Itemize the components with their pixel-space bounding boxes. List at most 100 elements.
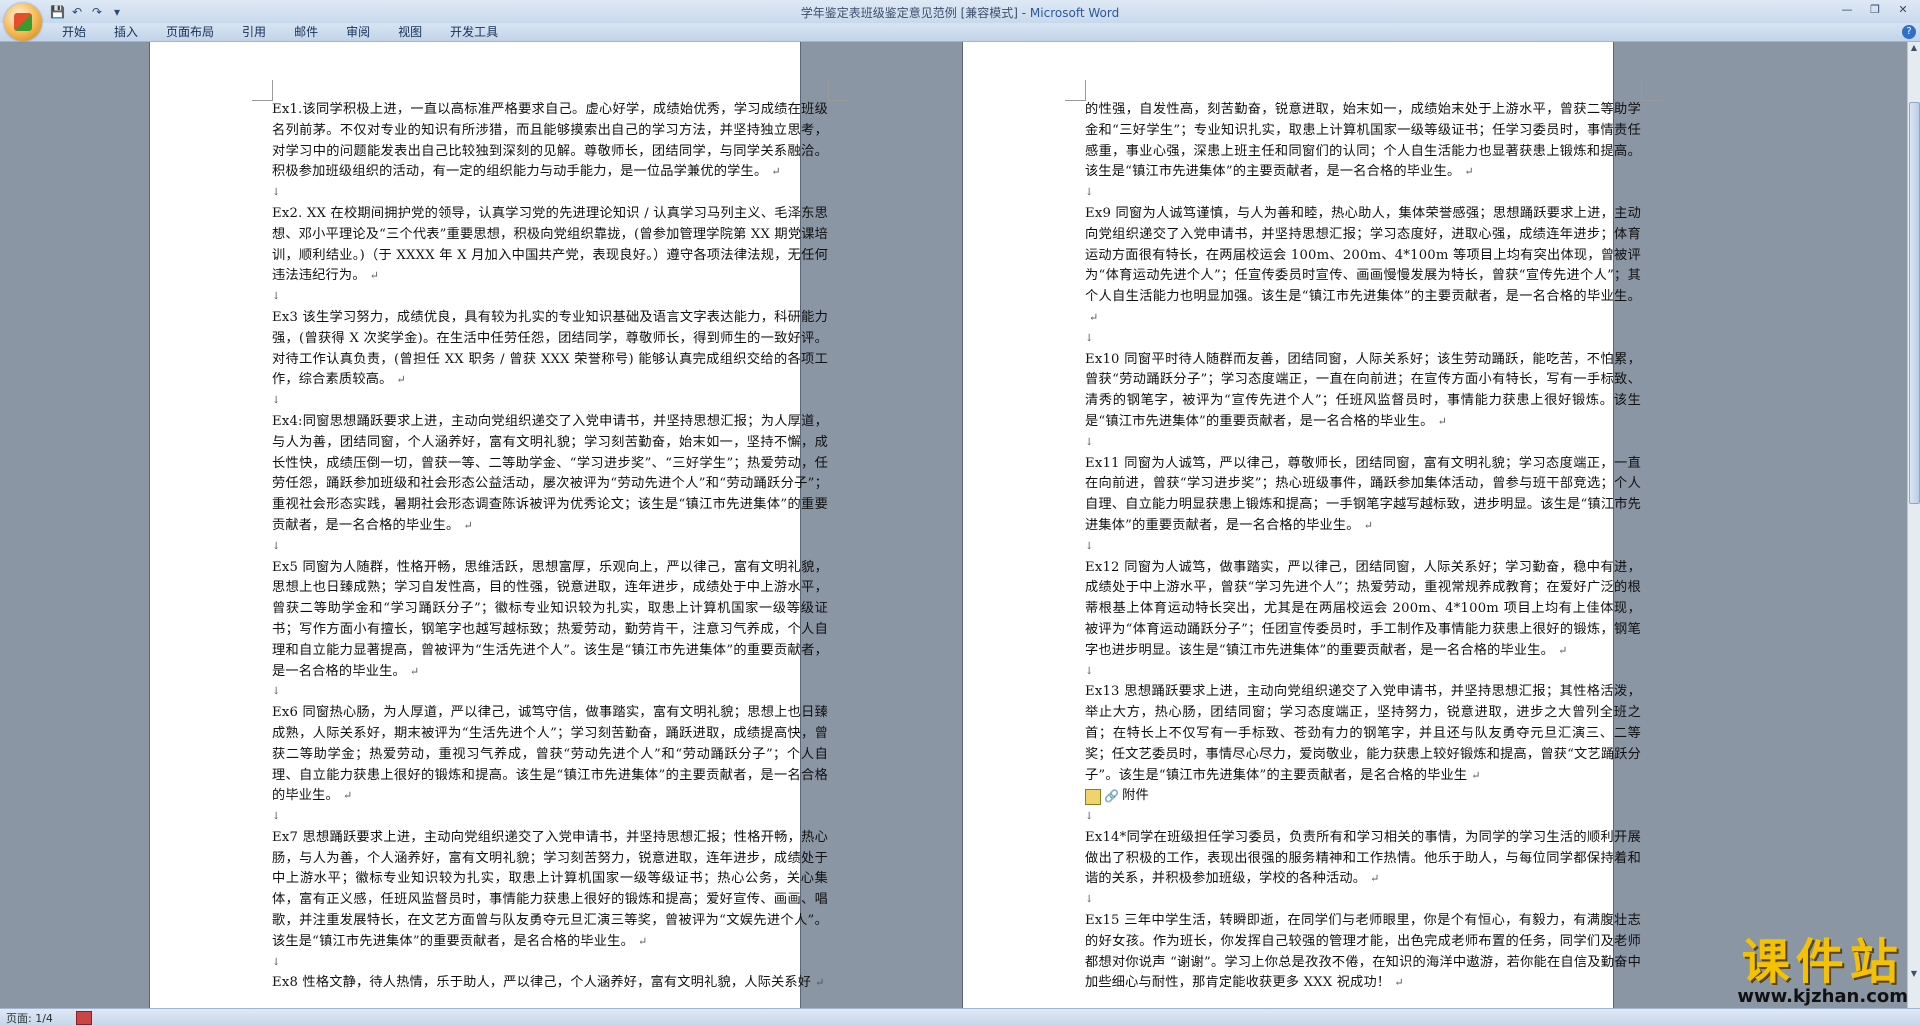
macro-recording-icon[interactable]	[76, 1011, 92, 1025]
status-bar: 页面: 1/4	[0, 1008, 1920, 1026]
page-1-text[interactable]: Ex1.该同学积极上进，一直以高标准严格要求自己。虚心好学，成绩始优秀，学习成绩…	[272, 100, 828, 994]
paragraph-text: Ex2. XX 在校期间拥护党的领导，认真学习党的先进理论知识 / 认真学习马列…	[272, 205, 828, 284]
empty-paragraph	[272, 183, 828, 204]
scroll-thumb[interactable]	[1909, 102, 1920, 504]
paragraph[interactable]: Ex6 同窗热心肠，为人厚道，严以律己，诚笃守信，做事踏实，富有文明礼貌；思想上…	[272, 703, 828, 807]
paragraph-mark-icon: ↵	[1394, 976, 1404, 990]
tab-developer[interactable]: 开发工具	[436, 24, 512, 40]
page-2-text[interactable]: 的性强，自发性高，刻苦勤奋，锐意进取，始末如一，成绩始末处于上游水平，曾获二等助…	[1085, 100, 1641, 994]
attachment-label: 附件	[1122, 788, 1149, 804]
paragraph[interactable]: Ex1.该同学积极上进，一直以高标准严格要求自己。虚心好学，成绩始优秀，学习成绩…	[272, 100, 828, 183]
empty-paragraph	[1085, 433, 1641, 454]
empty-paragraph	[272, 537, 828, 558]
paragraph-mark-icon: ↵	[771, 165, 781, 179]
ribbon-tabs: 开始 插入 页面布局 引用 邮件 审阅 视图 开发工具 ?	[0, 23, 1920, 42]
scroll-up-icon[interactable]: ▲	[1908, 42, 1920, 54]
tab-references[interactable]: 引用	[228, 24, 280, 40]
minimize-button[interactable]: —	[1834, 2, 1860, 18]
paperclip-icon: 🔗	[1104, 789, 1120, 804]
empty-paragraph	[272, 682, 828, 703]
paragraph-text: Ex5 同窗为人随群，性格开畅，思维活跃，思想富厚，乐观向上，严以律己，富有文明…	[272, 559, 828, 679]
window-controls: — ❐ ✕	[1834, 2, 1916, 18]
paragraph-text: Ex1.该同学积极上进，一直以高标准严格要求自己。虚心好学，成绩始优秀，学习成绩…	[272, 102, 828, 180]
title-bar: 💾 ↶ ↷ ▾ 学年鉴定表班级鉴定意见范例 [兼容模式] - Microsoft…	[0, 0, 1920, 24]
paragraph-text: Ex11 同窗为人诚笃，严以律己，尊敬师长，团结同窗，富有文明礼貌；学习态度端正…	[1085, 455, 1641, 533]
paragraph-text: 的性强，自发性高，刻苦勤奋，锐意进取，始末如一，成绩始末处于上游水平，曾获二等助…	[1085, 102, 1641, 180]
paragraph-mark-icon: ↵	[369, 269, 380, 283]
scroll-down-icon[interactable]: ▼	[1908, 968, 1920, 980]
window-title: 学年鉴定表班级鉴定意见范例 [兼容模式] - Microsoft Word	[0, 4, 1920, 21]
tab-home[interactable]: 开始	[48, 24, 100, 40]
paragraph[interactable]: Ex13 思想踊跃要求上进，主动向党组织递交了入党申请书，并坚持思想汇报；其性格…	[1085, 682, 1641, 786]
tab-review[interactable]: 审阅	[332, 24, 384, 40]
embedded-object-icon[interactable]	[1085, 788, 1101, 805]
paragraph[interactable]: 的性强，自发性高，刻苦勤奋，锐意进取，始末如一，成绩始末处于上游水平，曾获二等助…	[1085, 100, 1641, 183]
paragraph-mark-icon: ↵	[815, 976, 825, 990]
empty-paragraph	[272, 391, 828, 412]
page-2[interactable]: 的性强，自发性高，刻苦勤奋，锐意进取，始末如一，成绩始末处于上游水平，曾获二等助…	[963, 42, 1662, 1008]
document-title: 学年鉴定表班级鉴定意见范例 [兼容模式] -	[800, 6, 1030, 20]
watermark-title: 课件站	[1741, 934, 1904, 990]
paragraph[interactable]: Ex10 同窗平时待人随群而友善，团结同窗，人际关系好；该生劳动踊跃，能吃苦，不…	[1085, 350, 1641, 433]
paragraph-mark-icon: ↵	[396, 373, 406, 387]
paragraph[interactable]: Ex14*同学在班级担任学习委员，负责所有和学习相关的事情，为同学的学习生活的顺…	[1085, 828, 1641, 890]
page-indicator[interactable]: 页面: 1/4	[6, 1010, 53, 1026]
paragraph-mark-icon: ↵	[1370, 872, 1380, 886]
empty-paragraph	[1085, 890, 1641, 911]
watermark-url: www.kjzhan.com	[1737, 986, 1908, 1007]
tab-insert[interactable]: 插入	[100, 24, 152, 40]
margin-mark	[1641, 80, 1662, 101]
paragraph-mark-icon: ↵	[637, 934, 648, 948]
paragraph[interactable]: Ex12 同窗为人诚笃，做事踏实，严以律己，团结同窗，人际关系好；学习勤奋，稳中…	[1085, 558, 1641, 662]
vertical-scrollbar[interactable]: ▲ ▼	[1907, 42, 1920, 1008]
app-name: Microsoft Word	[1029, 6, 1120, 20]
paragraph[interactable]: Ex3 该生学习努力，成绩优良，具有较为扎实的专业知识基础及语言文字表达能力，科…	[272, 308, 828, 391]
attachment-line[interactable]: 🔗 附件	[1085, 786, 1641, 807]
paragraph-text: Ex7 思想踊跃要求上进，主动向党组织递交了入党申请书，并坚持思想汇报；性格开畅…	[272, 829, 828, 949]
office-logo-icon	[14, 13, 32, 31]
paragraph-text: Ex9 同窗为人诚笃谨慎，与人为善和睦，热心助人，集体荣誉感强；思想踊跃要求上进…	[1085, 205, 1641, 305]
paragraph[interactable]: Ex2. XX 在校期间拥护党的领导，认真学习党的先进理论知识 / 认真学习马列…	[272, 204, 828, 287]
paragraph-mark-icon: ↵	[1464, 165, 1474, 179]
paragraph-mark-icon: ↵	[342, 789, 353, 803]
paragraph-text: Ex15 三年中学生活，转瞬即逝，在同学们与老师眼里，你是个有恒心，有毅力，有满…	[1085, 913, 1641, 991]
empty-paragraph	[272, 953, 828, 974]
paragraph[interactable]: Ex4:同窗思想踊跃要求上进，主动向党组织递交了入党申请书，并坚持思想汇报；为人…	[272, 412, 828, 537]
paragraph-text: Ex8 性格文静，待人热情，乐于助人，严以律己，个人涵养好，富有文明礼貌，人际关…	[272, 975, 812, 991]
paragraph-mark-icon: ↵	[1363, 518, 1374, 532]
paragraph-text: Ex12 同窗为人诚笃，做事踏实，严以律己，团结同窗，人际关系好；学习勤奋，稳中…	[1085, 559, 1641, 658]
empty-paragraph	[1085, 183, 1641, 204]
page-1[interactable]: Ex1.该同学积极上进，一直以高标准严格要求自己。虚心好学，成绩始优秀，学习成绩…	[150, 42, 849, 1008]
empty-paragraph	[272, 287, 828, 308]
empty-paragraph	[1085, 537, 1641, 558]
paragraph[interactable]: Ex5 同窗为人随群，性格开畅，思维活跃，思想富厚，乐观向上，严以律己，富有文明…	[272, 558, 828, 683]
paragraph[interactable]: Ex11 同窗为人诚笃，严以律己，尊敬师长，团结同窗，富有文明礼貌；学习态度端正…	[1085, 454, 1641, 537]
paragraph-mark-icon: ↵	[1558, 643, 1568, 657]
margin-mark	[828, 80, 849, 101]
paragraph-text: Ex13 思想踊跃要求上进，主动向党组织递交了入党申请书，并坚持思想汇报；其性格…	[1085, 684, 1641, 783]
watermark-logo: 课件站 www.kjzhan.com	[1737, 922, 1908, 1007]
paragraph-text: Ex4:同窗思想踊跃要求上进，主动向党组织递交了入党申请书，并坚持思想汇报；为人…	[272, 413, 828, 533]
office-button[interactable]	[4, 3, 42, 41]
paragraph-text: Ex14*同学在班级担任学习委员，负责所有和学习相关的事情，为同学的学习生活的顺…	[1085, 829, 1641, 887]
paragraph-mark-icon: ↵	[463, 518, 473, 532]
tab-page-layout[interactable]: 页面布局	[152, 24, 228, 40]
restore-button[interactable]: ❐	[1862, 2, 1888, 18]
paragraph[interactable]: Ex9 同窗为人诚笃谨慎，与人为善和睦，热心助人，集体荣誉感强；思想踊跃要求上进…	[1085, 204, 1641, 329]
margin-mark	[252, 80, 273, 101]
tab-view[interactable]: 视图	[384, 24, 436, 40]
help-icon[interactable]: ?	[1902, 25, 1916, 39]
tab-mailings[interactable]: 邮件	[280, 24, 332, 40]
paragraph[interactable]: Ex8 性格文静，待人热情，乐于助人，严以律己，个人涵养好，富有文明礼貌，人际关…	[272, 973, 828, 994]
paragraph[interactable]: Ex15 三年中学生活，转瞬即逝，在同学们与老师眼里，你是个有恒心，有毅力，有满…	[1085, 911, 1641, 994]
document-area: Ex1.该同学积极上进，一直以高标准严格要求自己。虚心好学，成绩始优秀，学习成绩…	[0, 42, 1908, 1008]
paragraph-text: Ex10 同窗平时待人随群而友善，团结同窗，人际关系好；该生劳动踊跃，能吃苦，不…	[1085, 351, 1641, 429]
paragraph-mark-icon: ↵	[1471, 768, 1481, 782]
paragraph-mark-icon: ↵	[409, 664, 420, 678]
empty-paragraph	[1085, 807, 1641, 828]
paragraph[interactable]: Ex7 思想踊跃要求上进，主动向党组织递交了入党申请书，并坚持思想汇报；性格开畅…	[272, 828, 828, 953]
paragraph-text: Ex6 同窗热心肠，为人厚道，严以律己，诚笃守信，做事踏实，富有文明礼貌；思想上…	[272, 705, 828, 804]
paragraph-text: Ex3 该生学习努力，成绩优良，具有较为扎实的专业知识基础及语言文字表达能力，科…	[272, 309, 828, 388]
close-button[interactable]: ✕	[1890, 2, 1916, 18]
margin-mark	[1065, 80, 1086, 101]
